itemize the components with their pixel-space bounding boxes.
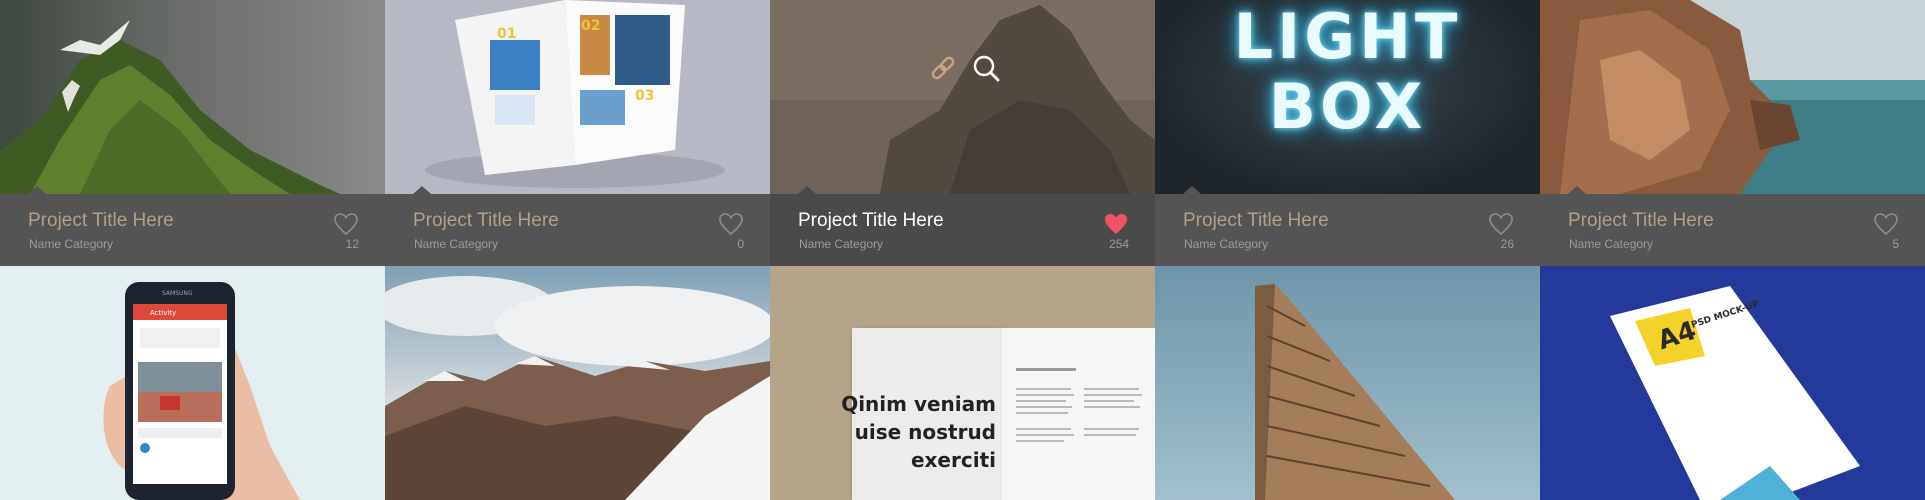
project-category[interactable]: Name Category: [414, 237, 498, 251]
project-title[interactable]: Project Title Here: [28, 210, 174, 232]
portfolio-item-6[interactable]: Activity SAMSUNG: [0, 266, 385, 500]
sea-cliff-image: [1540, 0, 1925, 194]
heart-filled-icon[interactable]: [1103, 212, 1129, 236]
project-thumbnail[interactable]: Activity SAMSUNG: [0, 266, 385, 500]
brochure-number-03: 03: [635, 88, 654, 104]
project-title[interactable]: Project Title Here: [1568, 210, 1714, 232]
magazine-right-page: [1002, 328, 1155, 500]
project-category[interactable]: Name Category: [1569, 237, 1653, 251]
caption-pointer: [1568, 186, 1586, 194]
portfolio-item-7[interactable]: [385, 266, 770, 500]
project-thumbnail[interactable]: [770, 0, 1155, 194]
project-category[interactable]: Name Category: [29, 237, 113, 251]
magazine-left-page: Qinim veniam uise nostrud exerciti: [841, 328, 1002, 500]
project-caption[interactable]: Project Title Here Name Category 26: [1155, 186, 1540, 266]
like-count: 12: [345, 237, 359, 251]
caption-pointer: [413, 186, 431, 194]
project-thumbnail[interactable]: A4 PSD MOCK-UP: [1540, 266, 1925, 500]
project-category[interactable]: Name Category: [799, 237, 883, 251]
like-count: 0: [737, 237, 744, 251]
a4-mockup-image: [1610, 286, 1860, 500]
portfolio-grid: Project Title Here Name Category 12 01 0…: [0, 0, 1925, 500]
caption-pointer: [798, 186, 816, 194]
heart-outline-icon[interactable]: [333, 212, 359, 236]
project-thumbnail[interactable]: [385, 266, 770, 500]
project-caption[interactable]: Project Title Here Name Category 5: [1540, 186, 1925, 266]
project-thumbnail[interactable]: Qinim veniam uise nostrud exerciti: [770, 266, 1155, 500]
phone-mockup-image: Activity SAMSUNG: [103, 282, 300, 500]
project-thumbnail[interactable]: LIGHT BOX: [1155, 0, 1540, 194]
portfolio-item-10[interactable]: A4 PSD MOCK-UP: [1540, 266, 1925, 500]
link-icon[interactable]: [931, 56, 955, 80]
portfolio-item-3[interactable]: Project Title Here Name Category 254: [770, 0, 1155, 266]
mountain-mist-image: [0, 0, 385, 194]
heart-outline-icon[interactable]: [1488, 212, 1514, 236]
portfolio-item-8[interactable]: Qinim veniam uise nostrud exerciti: [770, 266, 1155, 500]
rock-image: [770, 0, 1155, 194]
project-category[interactable]: Name Category: [1184, 237, 1268, 251]
magazine-body-text: [1016, 368, 1142, 442]
brochure-number-02: 02: [581, 18, 600, 34]
flatiron-building-image: [1155, 266, 1540, 500]
magazine-headline: Qinim veniam uise nostrud exerciti: [841, 392, 996, 472]
heart-outline-icon[interactable]: [718, 212, 744, 236]
portfolio-item-5[interactable]: Project Title Here Name Category 5: [1540, 0, 1925, 266]
portfolio-item-4[interactable]: LIGHT BOX Project Title Here Name Catego…: [1155, 0, 1540, 266]
like-count: 5: [1892, 237, 1899, 251]
brochure-number-01: 01: [497, 26, 516, 42]
phone-app-title: Activity: [150, 309, 176, 317]
heart-outline-icon[interactable]: [1873, 212, 1899, 236]
phone-brand-label: SAMSUNG: [162, 290, 193, 297]
caption-pointer: [1183, 186, 1201, 194]
project-title[interactable]: Project Title Here: [413, 210, 559, 232]
project-title[interactable]: Project Title Here: [1183, 210, 1329, 232]
portfolio-item-9[interactable]: [1155, 266, 1540, 500]
project-thumbnail[interactable]: [0, 0, 385, 194]
caption-pointer: [28, 186, 46, 194]
project-thumbnail[interactable]: 01 02 03: [385, 0, 770, 194]
project-thumbnail[interactable]: [1155, 266, 1540, 500]
brochure-image: 01 02 03: [385, 0, 770, 194]
lightbox-text-line1: LIGHT: [1233, 0, 1462, 73]
snowy-mountains-image: [385, 266, 770, 500]
zoom-icon[interactable]: [973, 55, 1000, 82]
project-caption[interactable]: Project Title Here Name Category 12: [0, 186, 385, 266]
project-thumbnail[interactable]: [1540, 0, 1925, 194]
like-count: 26: [1500, 237, 1514, 251]
project-caption-active[interactable]: Project Title Here Name Category 254: [770, 186, 1155, 266]
project-caption[interactable]: Project Title Here Name Category 0: [385, 186, 770, 266]
hover-actions: [931, 55, 1000, 82]
portfolio-item-1[interactable]: Project Title Here Name Category 12: [0, 0, 385, 266]
like-count: 254: [1108, 237, 1129, 251]
portfolio-item-2[interactable]: 01 02 03 Project Title Here Name Categor…: [385, 0, 770, 266]
lightbox-text-line2: BOX: [1268, 70, 1427, 143]
project-title[interactable]: Project Title Here: [798, 210, 944, 232]
